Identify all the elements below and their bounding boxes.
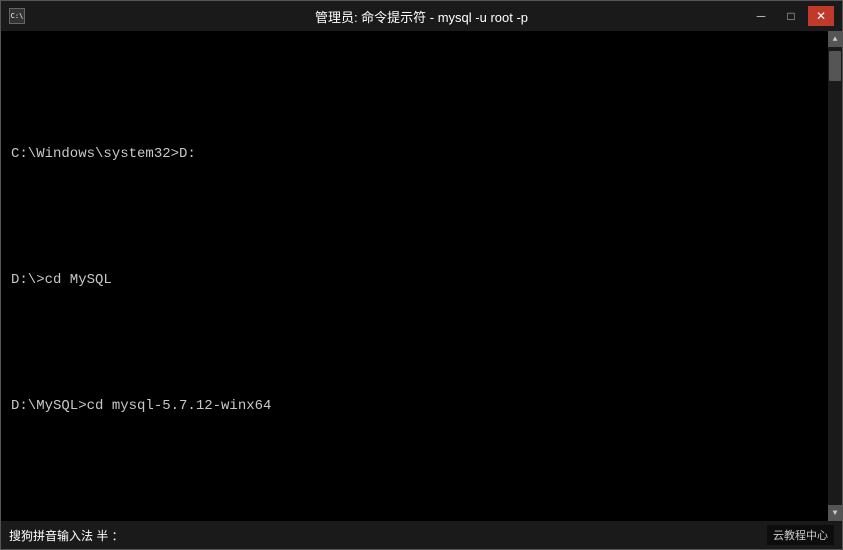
terminal-line-1: [11, 81, 818, 102]
maximize-button[interactable]: □: [778, 6, 804, 26]
title-bar: C:\ 管理员: 命令提示符 - mysql -u root -p ─ □ ✕: [1, 1, 842, 31]
window-title: 管理员: 命令提示符 - mysql -u root -p: [315, 7, 528, 26]
terminal-line-7: [11, 459, 818, 480]
terminal-line-3: [11, 207, 818, 228]
terminal-line-2: C:\Windows\system32>D:: [11, 144, 818, 165]
title-buttons: ─ □ ✕: [748, 6, 834, 26]
title-bar-left: C:\: [9, 8, 25, 24]
ime-status: 搜狗拼音输入法 半 ：: [9, 527, 124, 544]
minimize-button[interactable]: ─: [748, 6, 774, 26]
scrollbar: ▲ ▼: [828, 31, 842, 521]
terminal-line-5: [11, 333, 818, 354]
cmd-icon: C:\: [9, 8, 25, 24]
bottom-bar: 搜狗拼音输入法 半 ： 云教程中心: [1, 521, 842, 549]
window: C:\ 管理员: 命令提示符 - mysql -u root -p ─ □ ✕ …: [0, 0, 843, 550]
watermark-area: 云教程中心: [767, 525, 834, 545]
scroll-down-button[interactable]: ▼: [828, 505, 842, 521]
terminal-line-6: D:\MySQL>cd mysql-5.7.12-winx64: [11, 396, 818, 417]
scrollbar-track[interactable]: [828, 47, 842, 505]
scroll-up-button[interactable]: ▲: [828, 31, 842, 47]
watermark-text: 云教程中心: [767, 525, 834, 545]
close-button[interactable]: ✕: [808, 6, 834, 26]
terminal-line-4: D:\>cd MySQL: [11, 270, 818, 291]
scrollbar-thumb[interactable]: [829, 51, 841, 81]
terminal-area: C:\Windows\system32>D: D:\>cd MySQL D:\M…: [1, 31, 842, 521]
terminal-content[interactable]: C:\Windows\system32>D: D:\>cd MySQL D:\M…: [1, 31, 828, 521]
